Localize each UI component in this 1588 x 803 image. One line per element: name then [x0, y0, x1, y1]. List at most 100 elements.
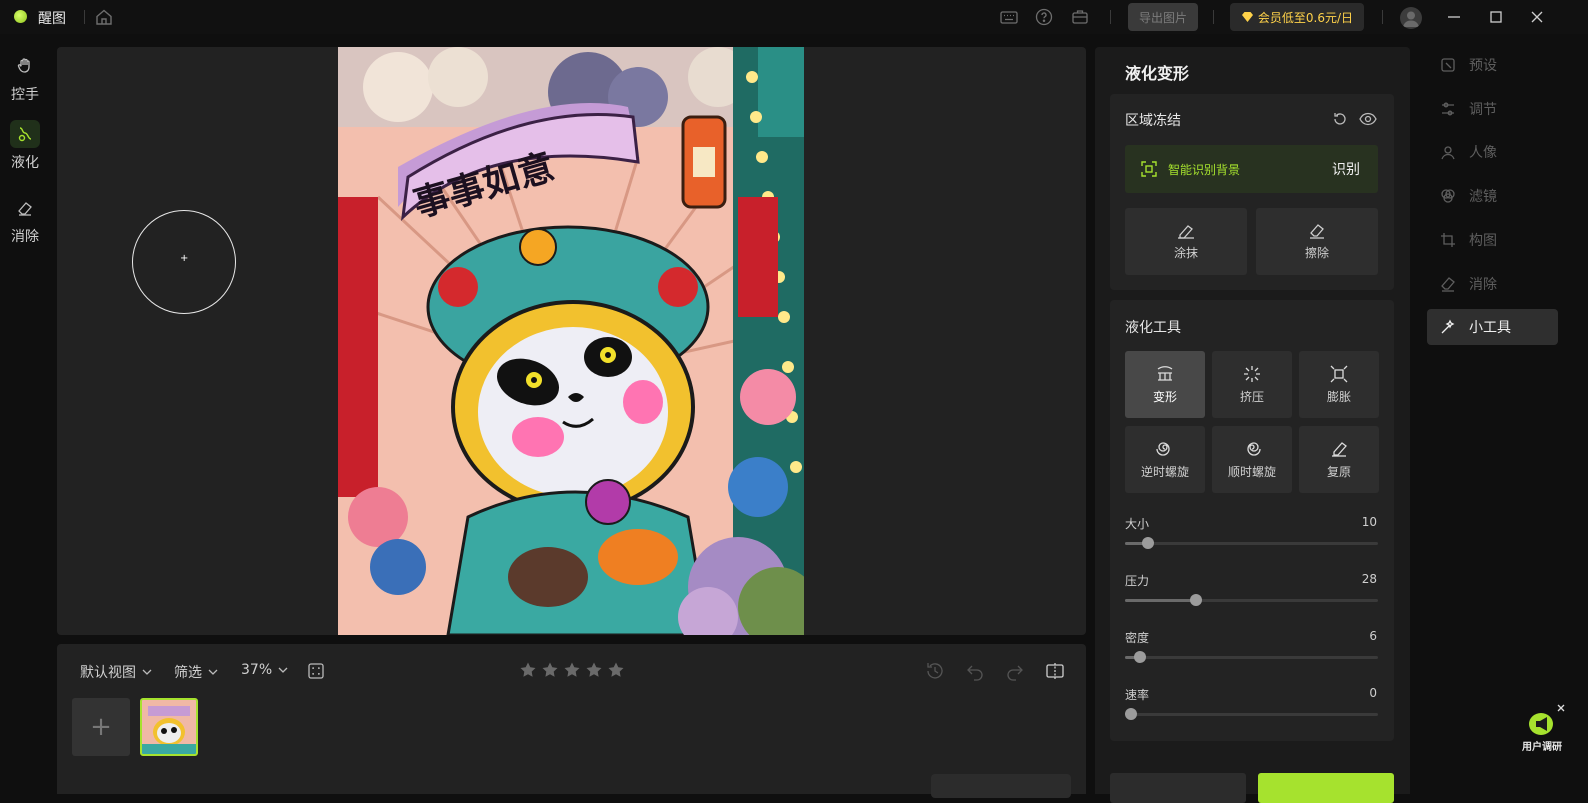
keyboard-icon[interactable] — [999, 7, 1019, 27]
slider-handle[interactable] — [1134, 651, 1147, 663]
tools-title: 液化工具 — [1125, 320, 1181, 336]
star-icon[interactable] — [607, 661, 625, 679]
tool-label: 挤压 — [1239, 390, 1264, 404]
erase-icon — [1439, 275, 1457, 293]
maximize-icon[interactable] — [1486, 7, 1506, 27]
nav-item-adjust[interactable]: 调节 — [1427, 91, 1558, 127]
view-dropdown[interactable]: 默认视图 — [80, 662, 152, 682]
fit-screen-icon[interactable] — [306, 661, 326, 681]
tool-label: 逆时螺旋 — [1140, 465, 1189, 479]
minimize-icon[interactable] — [1444, 7, 1464, 27]
tool-pinch[interactable]: 挤压 — [1212, 351, 1292, 418]
thumbnail[interactable] — [140, 698, 198, 756]
nav-item-portrait[interactable]: 人像 — [1427, 134, 1558, 170]
nav-item-crop[interactable]: 构图 — [1427, 222, 1558, 258]
tool-label: 膨胀 — [1326, 390, 1351, 404]
slider-value: 6 — [1369, 629, 1377, 643]
nav-item-preset[interactable]: 预设 — [1427, 47, 1558, 83]
vip-button[interactable]: 会员低至0.6元/日 — [1230, 3, 1364, 31]
cancel-button[interactable] — [1110, 773, 1246, 803]
tool-bloat[interactable]: 膨胀 — [1299, 351, 1379, 418]
warp-icon — [1155, 364, 1175, 384]
slider-handle[interactable] — [1189, 594, 1202, 606]
zoom-dropdown[interactable]: 37% — [241, 662, 288, 678]
artwork-image[interactable]: 事事如意 — [338, 47, 804, 635]
nav-label: 调节 — [1469, 101, 1497, 118]
slider-value: 10 — [1361, 515, 1377, 529]
survey-label: 用户调研 — [1522, 742, 1562, 753]
tool-label: 顺时螺旋 — [1227, 465, 1276, 479]
nav-label: 小工具 — [1469, 320, 1511, 337]
chevron-down-icon — [208, 668, 218, 676]
diamond-icon — [1241, 11, 1254, 23]
smear-button[interactable]: 涂抹 — [1125, 208, 1247, 275]
eye-icon[interactable] — [1358, 110, 1378, 128]
tool-restore[interactable]: 复原 — [1299, 426, 1379, 493]
export-button[interactable]: 导出图片 — [1128, 3, 1198, 31]
nav-label: 构图 — [1469, 232, 1497, 249]
recognize-button[interactable]: 识别 — [1332, 159, 1360, 179]
filter-dropdown[interactable]: 筛选 — [174, 662, 218, 682]
compare-icon[interactable] — [1044, 660, 1066, 682]
add-image-button[interactable]: + — [72, 698, 130, 756]
tool-twirl-cw[interactable]: 顺时螺旋 — [1212, 426, 1292, 493]
tool-erase[interactable]: 消除 — [4, 194, 46, 254]
twirl-cw-icon — [1242, 439, 1262, 459]
liquify-tools-section: 液化工具 变形 挤压 膨胀 逆时螺旋 顺时螺旋 复原 大小 10 压力 28 密度 6 速率 0 — [1110, 300, 1394, 741]
smart-label: 智能识别背景 — [1168, 162, 1241, 177]
smart-detect-row[interactable]: 智能识别背景 识别 — [1125, 145, 1378, 193]
slider-handle[interactable] — [1141, 537, 1154, 549]
nav-item-filter[interactable]: 滤镜 — [1427, 178, 1558, 214]
erase-button[interactable]: 擦除 — [1256, 208, 1378, 275]
slider-track[interactable] — [1125, 708, 1378, 720]
scan-icon — [1140, 160, 1158, 178]
app-logo — [14, 10, 27, 23]
star-icon[interactable] — [519, 661, 537, 679]
star-icon[interactable] — [585, 661, 603, 679]
brush-icon — [1176, 222, 1196, 240]
briefcase-icon[interactable] — [1070, 7, 1090, 27]
slider-value: 0 — [1369, 686, 1377, 700]
slider-track[interactable] — [1125, 594, 1378, 606]
adjust-icon — [1439, 100, 1457, 118]
star-icon[interactable] — [563, 661, 581, 679]
history-icon[interactable] — [924, 660, 946, 682]
filter-icon — [1439, 187, 1457, 205]
nav-label: 滤镜 — [1469, 189, 1497, 206]
tools-icon — [1439, 318, 1457, 336]
slider-label: 大小 — [1125, 517, 1150, 531]
redo-icon[interactable] — [1004, 660, 1026, 682]
tool-twirl-ccw[interactable]: 逆时螺旋 — [1125, 426, 1205, 493]
nav-item-tools[interactable]: 小工具 — [1427, 309, 1558, 346]
eraser-icon — [1307, 222, 1327, 240]
freeze-title: 区域冻结 — [1125, 113, 1181, 129]
tool-label: 控手 — [11, 87, 39, 103]
close-icon[interactable] — [1527, 7, 1547, 27]
divider — [1213, 10, 1214, 24]
slider-handle[interactable] — [1125, 708, 1138, 720]
bloat-icon — [1329, 364, 1349, 384]
tool-warp[interactable]: 变形 — [1125, 351, 1205, 418]
slider-fill — [1125, 599, 1196, 602]
slider-track[interactable] — [1125, 651, 1378, 663]
avatar[interactable] — [1400, 7, 1422, 29]
reset-icon[interactable] — [1331, 110, 1349, 128]
tool-hand[interactable]: 控手 — [4, 52, 46, 112]
portrait-icon — [1439, 143, 1457, 161]
pinch-icon — [1242, 364, 1262, 384]
help-icon[interactable] — [1034, 7, 1054, 27]
vip-label: 会员低至0.6元/日 — [1257, 10, 1354, 25]
tool-liquify[interactable]: 液化 — [4, 120, 46, 180]
close-icon[interactable] — [1555, 702, 1567, 714]
tool-label: 复原 — [1326, 465, 1351, 479]
nav-item-erase[interactable]: 消除 — [1427, 266, 1558, 302]
slider-track[interactable] — [1125, 537, 1378, 549]
home-icon[interactable] — [94, 7, 114, 27]
canvas[interactable]: 事事如意 — [57, 47, 1086, 635]
undo-icon[interactable] — [964, 660, 986, 682]
survey-widget[interactable]: 用户调研 — [1517, 704, 1567, 756]
apply-button[interactable] — [1258, 773, 1394, 803]
chevron-down-icon — [142, 668, 152, 676]
star-icon[interactable] — [541, 661, 559, 679]
panel-title: 液化变形 — [1125, 64, 1190, 83]
